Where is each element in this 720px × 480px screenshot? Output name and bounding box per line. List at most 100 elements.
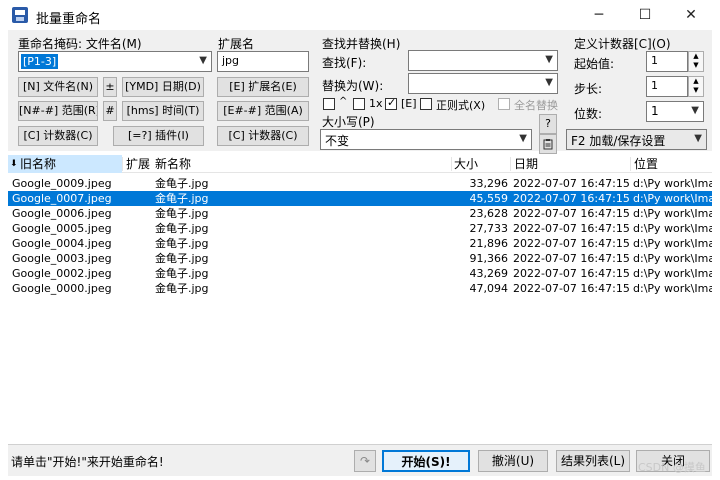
mask-input[interactable]: [P1-3] ▼ [18,51,212,72]
load-save-select[interactable]: F2 加载/保存设置 ▼ [566,129,707,150]
path-cell: d:\Py work\Imag [633,252,712,265]
full-replace-label: 全名替换 [514,99,558,112]
digits-select[interactable]: 1 ▼ [646,101,704,122]
start-button[interactable]: 开始(S)! [382,450,470,472]
close-window-button[interactable]: ✕ [668,0,714,30]
step-value-input[interactable]: 1 [646,76,688,97]
step-spinner[interactable]: ▲ ▼ [688,76,704,97]
old-name-cell: Google_0009.jpeg [12,177,112,190]
table-row-selected[interactable]: Google_0007.jpeg 金龟子.jpg 45,559 2022-07-… [8,191,712,206]
table-row[interactable]: Google_0009.jpeg 金龟子.jpg 33,296 2022-07-… [8,176,712,191]
step-label: 步长: [574,82,603,96]
chevron-down-icon[interactable]: ▼ [199,55,207,66]
old-name-cell: Google_0000.jpeg [12,282,112,295]
caret-label: ^ [339,96,348,107]
chevron-down-icon[interactable]: ▼ [519,133,527,144]
case-label: 大小写(P) [322,115,375,129]
table-row[interactable]: Google_0000.jpeg 金龟子.jpg 47,094 2022-07-… [8,281,712,296]
ext-include-checkbox[interactable] [385,96,397,110]
status-message: 请单击"开始!"来开始重命名! [11,455,164,469]
ext-counter-button[interactable]: [C] 计数器(C) [217,126,309,146]
table-row[interactable]: Google_0002.jpeg 金龟子.jpg 43,269 2022-07-… [8,266,712,281]
counter-button[interactable]: [C] 计数器(C) [18,126,98,146]
filename-button[interactable]: [N] 文件名(N) [18,77,98,97]
date-button[interactable]: [YMD] 日期(D) [122,77,204,97]
digits-label: 位数: [574,107,603,121]
load-save-label: F2 加载/保存设置 [571,134,666,148]
size-cell: 43,269 [469,267,509,280]
chevron-down-icon[interactable]: ▼ [545,77,553,88]
watermark: CSDN @摸鱼 [638,461,706,474]
table-row[interactable]: Google_0003.jpeg 金龟子.jpg 91,366 2022-07-… [8,251,712,266]
table-row[interactable]: Google_0006.jpeg 金龟子.jpg 23,628 2022-07-… [8,206,712,221]
col-ext[interactable]: 扩展 [126,155,150,173]
start-spinner[interactable]: ▲ ▼ [688,51,704,72]
new-name-cell: 金龟子.jpg [155,282,209,295]
maximize-button[interactable]: ☐ [622,0,668,30]
col-old-name[interactable]: 旧名称 [20,155,56,173]
size-cell: 47,094 [469,282,509,295]
chevron-down-icon[interactable]: ▼ [545,54,553,65]
mask-value: [P1-3] [21,54,59,69]
counter-group-label: 定义计数器[C](O) [574,37,671,51]
old-name-cell: Google_0007.jpeg [12,192,112,205]
start-value-input[interactable]: 1 [646,51,688,72]
undo-icon[interactable]: ↷ [354,450,376,472]
old-name-cell: Google_0004.jpeg [12,237,112,250]
col-date[interactable]: 日期 [514,155,538,173]
clipboard-icon[interactable] [539,134,557,154]
new-name-cell: 金龟子.jpg [155,192,209,205]
col-path[interactable]: 位置 [634,155,658,173]
minimize-button[interactable]: ─ [576,0,622,30]
new-name-cell: 金龟子.jpg [155,267,209,280]
size-cell: 27,733 [469,222,509,235]
case-select[interactable]: 不变 ▼ [320,129,532,150]
app-icon [12,7,28,23]
range-button[interactable]: [N#-#] 范围(R) [18,101,98,121]
file-list[interactable]: Google_0009.jpeg 金龟子.jpg 33,296 2022-07-… [8,174,712,442]
table-row[interactable]: Google_0004.jpeg 金龟子.jpg 21,896 2022-07-… [8,236,712,251]
time-button[interactable]: [hms] 时间(T) [122,101,204,121]
help-button[interactable]: ? [539,114,557,134]
col-new-name[interactable]: 新名称 [155,155,191,173]
new-name-cell: 金龟子.jpg [155,177,209,190]
full-replace-checkbox[interactable] [498,98,510,110]
ext-range-button[interactable]: [E#-#] 范围(A) [217,101,309,121]
1x-label: 1x [369,97,383,110]
col-separator[interactable] [510,157,511,171]
case-value: 不变 [325,134,350,148]
col-separator[interactable] [630,157,631,171]
hash-button[interactable]: # [103,101,117,121]
date-cell: 2022-07-07 16:47:15 [513,267,629,280]
chevron-down-icon[interactable]: ▼ [691,105,699,116]
caret-checkbox[interactable] [323,98,335,110]
plus-minus-button[interactable]: ± [103,77,117,97]
window-title: 批量重命名 [36,12,102,27]
date-cell: 2022-07-07 16:47:15 [513,252,629,265]
col-separator[interactable] [122,157,123,171]
table-row[interactable]: Google_0005.jpeg 金龟子.jpg 27,733 2022-07-… [8,221,712,236]
date-cell: 2022-07-07 16:47:15 [513,237,629,250]
find-input[interactable]: ▼ [408,50,558,71]
cancel-button[interactable]: 撤消(U) [478,450,548,472]
ext-button[interactable]: [E] 扩展名(E) [217,77,309,97]
size-cell: 23,628 [469,207,509,220]
col-separator[interactable] [451,157,452,171]
size-cell: 91,366 [469,252,509,265]
date-cell: 2022-07-07 16:47:15 [513,192,629,205]
plugin-button[interactable]: [=?] 插件(I) [113,126,204,146]
chevron-down-icon[interactable]: ▼ [694,133,702,144]
old-name-cell: Google_0003.jpeg [12,252,112,265]
results-list-button[interactable]: 结果列表(L) [556,450,630,472]
regex-checkbox[interactable] [420,98,432,110]
replace-input[interactable]: ▼ [408,73,558,94]
1x-checkbox[interactable] [353,98,365,110]
size-cell: 21,896 [469,237,509,250]
ext-include-label: [E] [401,97,417,110]
col-size[interactable]: 大小 [454,155,478,173]
status-bar: 请单击"开始!"来开始重命名! ↷ 开始(S)! 撤消(U) 结果列表(L) 关… [8,444,712,476]
ext-input[interactable]: jpg [217,51,309,72]
path-cell: d:\Py work\Imag [633,222,712,235]
size-cell: 33,296 [469,177,509,190]
path-cell: d:\Py work\Imag [633,192,712,205]
